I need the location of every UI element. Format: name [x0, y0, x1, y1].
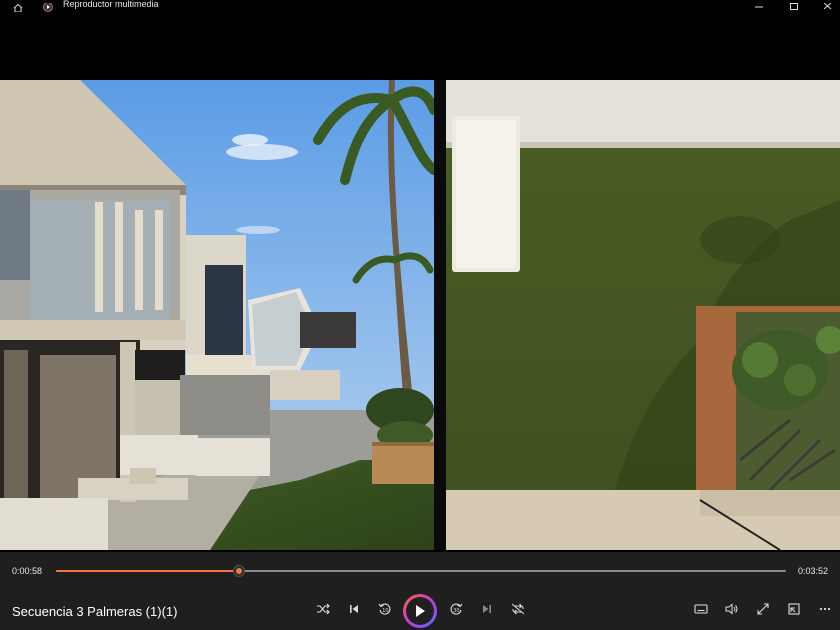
next-icon — [483, 605, 491, 613]
more-options-button[interactable] — [816, 601, 834, 617]
close-button[interactable] — [820, 0, 836, 10]
play-button[interactable] — [403, 594, 437, 628]
volume-icon — [725, 603, 738, 615]
shuffle-icon — [317, 603, 330, 615]
home-icon[interactable] — [12, 0, 24, 13]
miniplayer-icon — [788, 603, 800, 615]
total-time: 0:03:52 — [797, 566, 828, 576]
miniplayer-button[interactable] — [785, 601, 803, 617]
transport-controls: 0:00:58 0:03:52 Secuencia 3 Palmeras (1)… — [0, 552, 840, 630]
title-bar: Reproductor multimedia — [0, 0, 840, 13]
window-title: Reproductor multimedia — [63, 0, 159, 9]
rewind-10-button[interactable]: 10 — [376, 601, 394, 617]
minimize-button[interactable] — [751, 0, 767, 10]
play-button-inner — [406, 597, 434, 625]
volume-button[interactable] — [723, 601, 741, 617]
more-icon — [819, 607, 831, 611]
seek-handle[interactable] — [232, 565, 245, 577]
captions-button[interactable] — [692, 601, 710, 617]
captions-icon — [694, 604, 708, 614]
forward-30-icon: 30 — [450, 603, 463, 615]
play-icon — [416, 605, 425, 617]
current-time: 0:00:58 — [12, 566, 43, 576]
previous-icon — [350, 605, 358, 613]
app-icon — [42, 0, 54, 12]
svg-text:10: 10 — [382, 608, 388, 614]
media-title: Secuencia 3 Palmeras (1)(1) — [12, 604, 178, 619]
fullscreen-icon — [757, 603, 769, 615]
video-image — [0, 80, 840, 550]
repeat-button[interactable] — [509, 601, 527, 617]
video-area[interactable] — [0, 12, 840, 552]
svg-text:30: 30 — [453, 608, 459, 614]
rewind-10-icon: 10 — [378, 603, 391, 615]
video-frame — [0, 80, 840, 550]
repeat-icon — [511, 603, 525, 615]
seek-progress — [56, 570, 239, 572]
forward-30-button[interactable]: 30 — [447, 601, 465, 617]
maximize-button[interactable] — [786, 0, 802, 10]
fullscreen-button[interactable] — [754, 601, 772, 617]
previous-button[interactable] — [345, 601, 363, 617]
next-button[interactable] — [478, 601, 496, 617]
shuffle-button[interactable] — [314, 601, 332, 617]
seek-bar[interactable] — [56, 565, 786, 577]
